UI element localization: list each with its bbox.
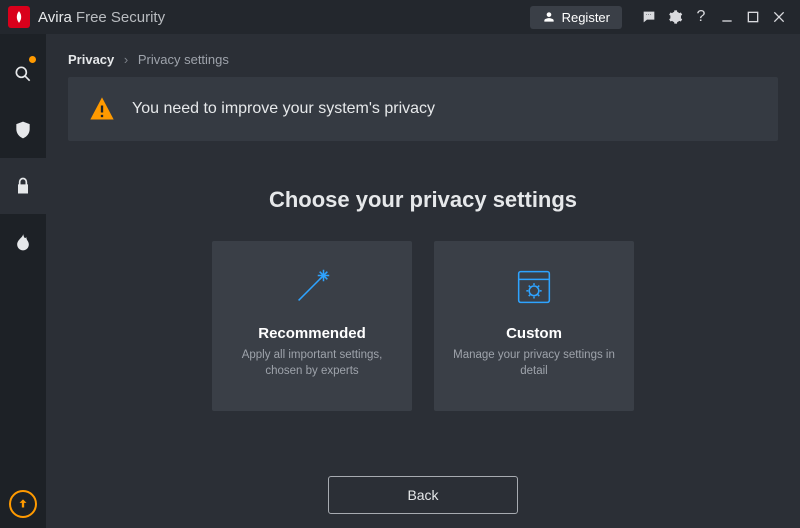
back-button[interactable]: Back [328,476,518,514]
product-name: Free Security [76,9,165,26]
avira-logo [8,6,30,28]
help-icon[interactable]: ? [688,0,714,34]
option-cards: Recommended Apply all important settings… [68,241,778,411]
warning-icon [88,95,116,123]
register-button[interactable]: Register [530,6,622,29]
sidebar-item-performance[interactable] [0,214,46,270]
settings-icon[interactable] [662,0,688,34]
wand-icon [289,259,335,315]
sidebar-item-status[interactable] [0,46,46,102]
register-label: Register [562,10,610,25]
page-heading: Choose your privacy settings [68,187,778,213]
card-recommended[interactable]: Recommended Apply all important settings… [212,241,412,411]
settings-window-icon [511,259,557,315]
card-recommended-desc: Apply all important settings, chosen by … [226,348,398,379]
chevron-right-icon: › [124,52,128,67]
breadcrumb: Privacy › Privacy settings [68,52,778,67]
card-recommended-title: Recommended [258,325,366,342]
close-icon[interactable] [766,0,792,34]
feedback-icon[interactable] [636,0,662,34]
card-custom[interactable]: Custom Manage your privacy settings in d… [434,241,634,411]
sidebar-item-privacy[interactable] [0,158,46,214]
maximize-icon[interactable] [740,0,766,34]
alert-message: You need to improve your system's privac… [132,100,435,118]
privacy-alert: You need to improve your system's privac… [68,77,778,141]
notification-dot [29,56,36,63]
sidebar [0,34,46,528]
app-title: AviraFree Security [38,9,165,26]
card-custom-desc: Manage your privacy settings in detail [448,348,620,379]
minimize-icon[interactable] [714,0,740,34]
upgrade-icon[interactable] [9,490,37,518]
brand-name: Avira [38,9,72,26]
breadcrumb-current: Privacy settings [138,52,229,67]
back-label: Back [407,487,438,503]
card-custom-title: Custom [506,325,562,342]
breadcrumb-root[interactable]: Privacy [68,52,114,67]
sidebar-item-security[interactable] [0,102,46,158]
main-content: Privacy › Privacy settings You need to i… [46,34,800,528]
titlebar: AviraFree Security Register ? [0,0,800,34]
